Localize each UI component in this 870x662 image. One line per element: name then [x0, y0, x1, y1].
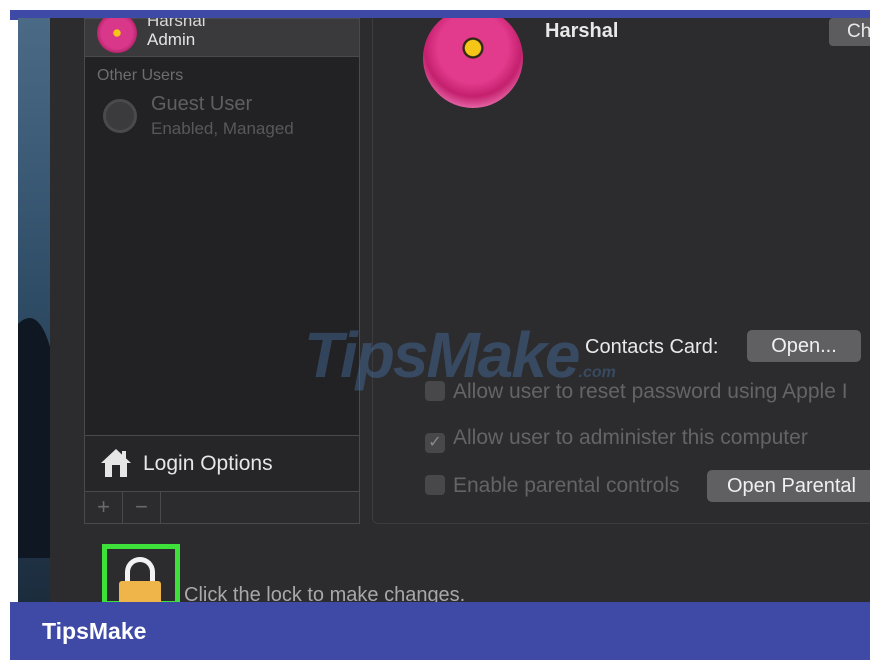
current-user-role: Admin: [147, 30, 196, 49]
login-options-item[interactable]: Login Options: [85, 435, 359, 491]
open-contacts-button[interactable]: Open...: [747, 330, 861, 362]
user-picture-avatar[interactable]: [423, 18, 523, 108]
current-user-row[interactable]: Harshal Admin: [85, 18, 359, 57]
users-groups-window: Harshal Admin Other Users Guest User Ena…: [50, 18, 870, 602]
add-user-button[interactable]: +: [85, 492, 123, 524]
other-users-header: Other Users: [97, 67, 184, 84]
brand-logo: TipsMake: [42, 618, 147, 644]
screen: Harshal Admin Other Users Guest User Ena…: [18, 18, 870, 602]
sidebar-footer: + −: [85, 491, 359, 524]
lock-highlight[interactable]: [102, 544, 180, 602]
watermark-text: TipsMake: [304, 319, 580, 391]
administer-checkbox[interactable]: ✓: [425, 433, 445, 453]
administer-label: Allow user to administer this computer: [453, 426, 808, 449]
remove-user-button[interactable]: −: [123, 492, 161, 524]
watermark: TipsMake.com: [304, 318, 616, 392]
user-details-pane: Harshal Ch Contacts Card: Open... Allow …: [372, 18, 870, 524]
open-parental-controls-button[interactable]: Open Parental: [707, 470, 870, 502]
lock-instruction: Click the lock to make changes.: [184, 584, 466, 602]
guest-user-icon: [103, 99, 137, 133]
guest-user-status: Enabled, Managed: [151, 119, 294, 138]
guest-user-name: Guest User: [151, 93, 253, 115]
watermark-suffix: .com: [578, 364, 616, 381]
bottom-banner: TipsMake: [10, 602, 870, 660]
user-full-name: Harshal: [545, 20, 619, 42]
users-sidebar: Harshal Admin Other Users Guest User Ena…: [84, 18, 360, 524]
house-icon: [101, 449, 131, 477]
administer-computer-option[interactable]: ✓ Allow user to administer this computer: [425, 426, 808, 453]
parental-controls-option[interactable]: Enable parental controls: [425, 474, 679, 498]
desktop-wallpaper: [18, 18, 58, 602]
image-frame: Harshal Admin Other Users Guest User Ena…: [0, 0, 870, 662]
lock-icon[interactable]: [119, 581, 161, 602]
parental-controls-label: Enable parental controls: [453, 474, 680, 497]
flower-avatar-icon: [97, 18, 137, 53]
login-options-label: Login Options: [143, 452, 273, 475]
change-password-button[interactable]: Ch: [829, 18, 870, 46]
parental-controls-checkbox[interactable]: [425, 475, 445, 495]
